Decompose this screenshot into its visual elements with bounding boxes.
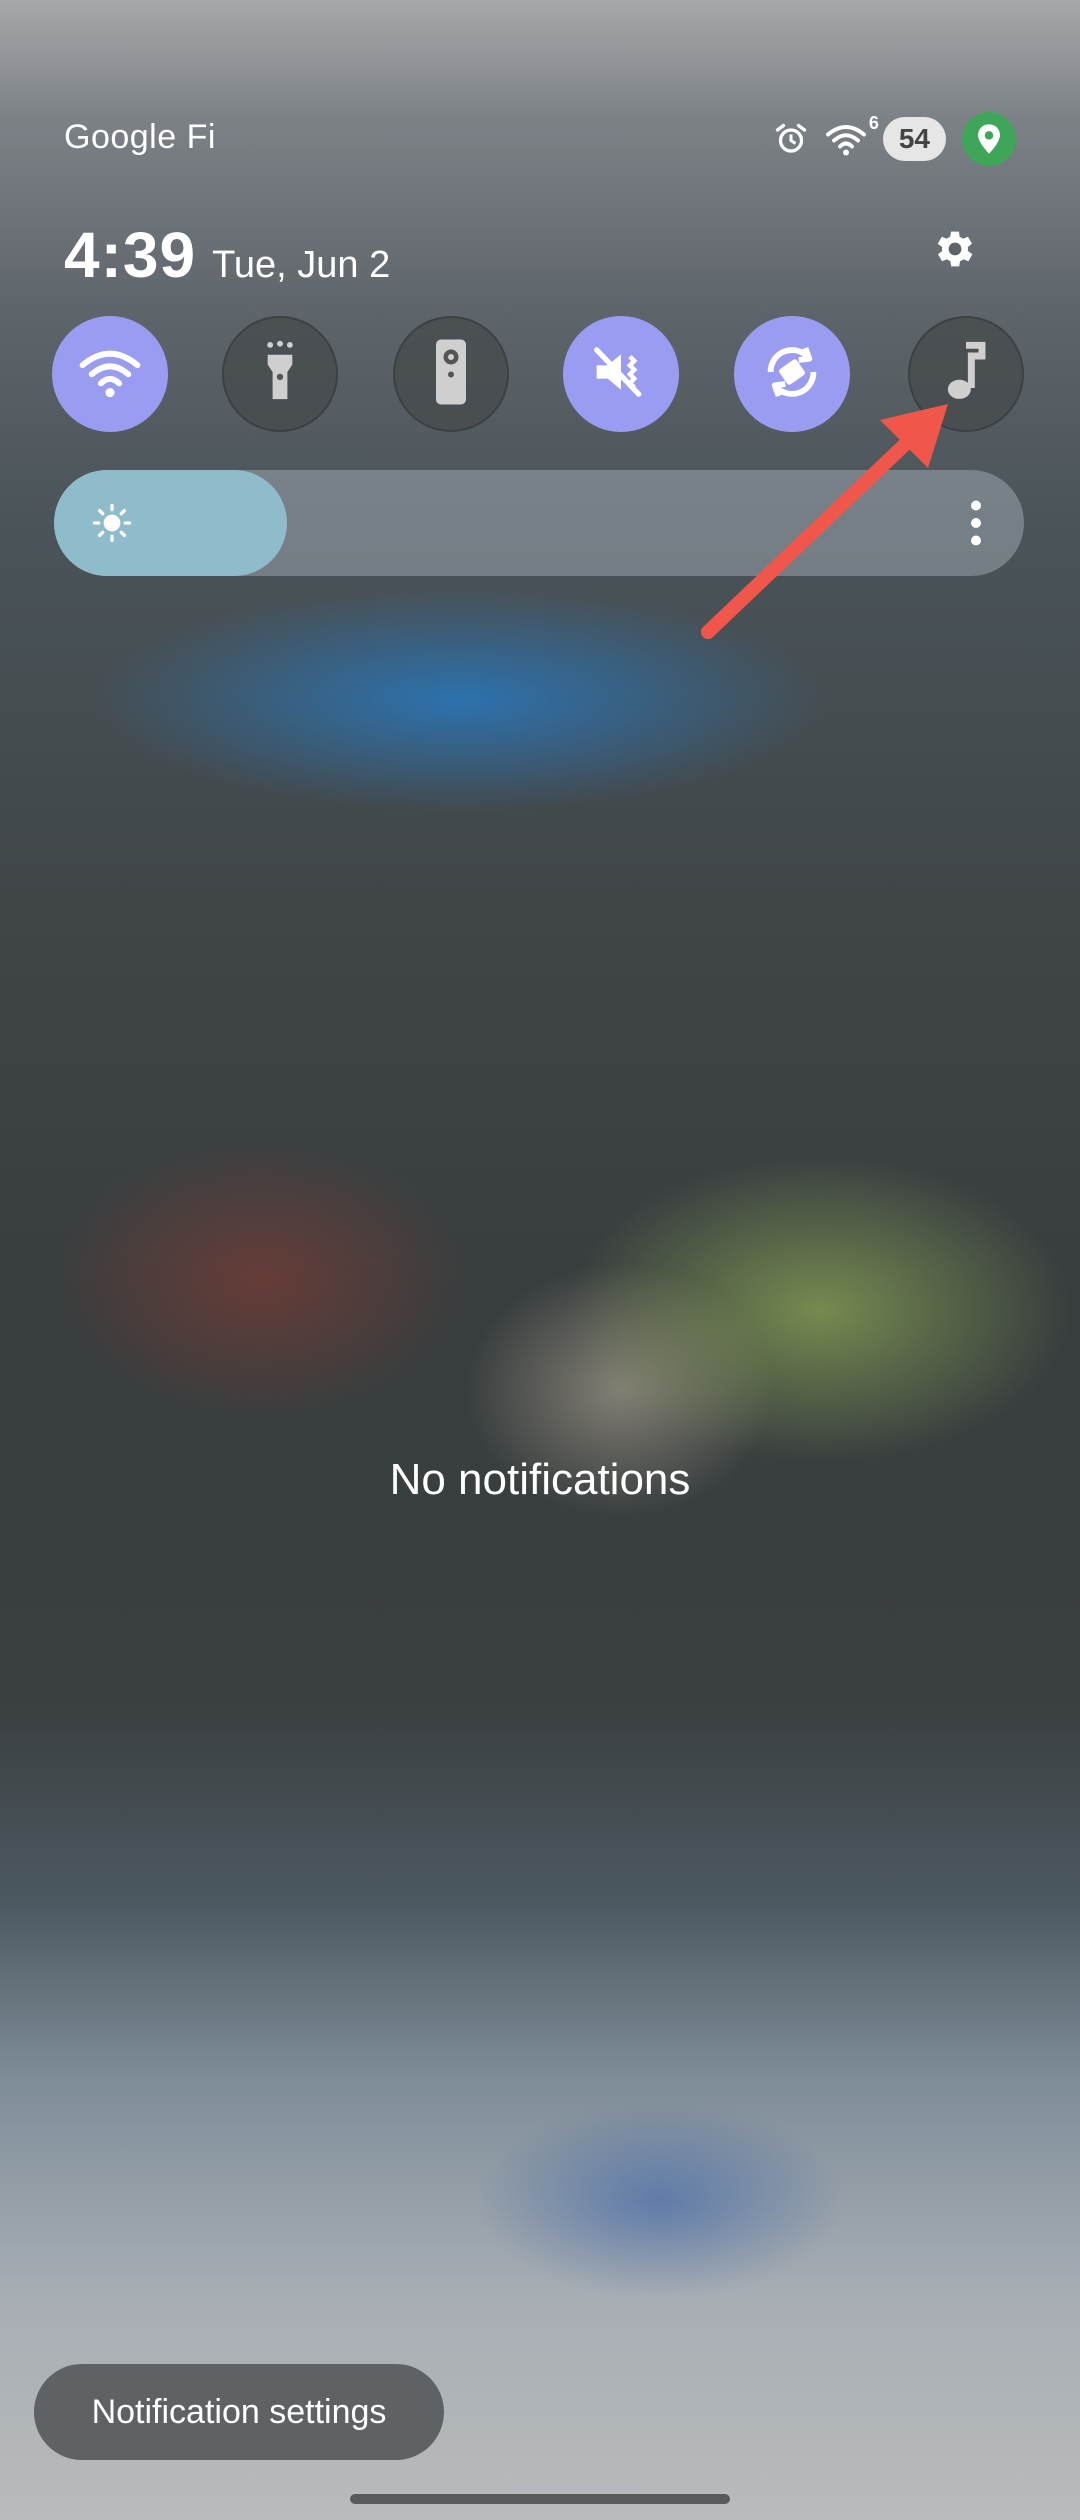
tile-wifi[interactable] [52, 316, 168, 432]
tile-flashlight[interactable] [222, 316, 338, 432]
alarm-icon [773, 121, 809, 157]
clock: 4:39 [64, 219, 197, 291]
date: Tue, Jun 2 [212, 244, 391, 286]
tile-music[interactable] [908, 316, 1024, 432]
navigation-handle[interactable] [350, 2494, 730, 2504]
brightness-level [54, 470, 287, 576]
empty-notifications-message: No notifications [389, 1455, 691, 1504]
status-bar: Google Fi 6 54 [0, 0, 1080, 170]
battery-indicator: 54 [882, 117, 946, 161]
more-vertical-icon[interactable] [968, 498, 984, 553]
wifi-badge: 6 [868, 113, 879, 133]
location-icon [962, 112, 1016, 166]
music-note-icon [942, 340, 990, 409]
mute-icon [590, 344, 652, 405]
rotate-icon [760, 340, 824, 409]
wifi-icon [78, 344, 142, 405]
wifi-icon: 6 [825, 113, 879, 157]
settings-button[interactable] [926, 224, 980, 278]
flashlight-icon [255, 340, 305, 409]
gear-icon [929, 225, 977, 278]
notification-settings-button[interactable]: Notification settings [34, 2364, 444, 2460]
tile-remote[interactable] [393, 316, 509, 432]
tile-mute[interactable] [563, 316, 679, 432]
quick-settings-tiles [52, 316, 1028, 434]
brightness-slider[interactable] [54, 470, 1024, 576]
remote-icon [431, 337, 471, 412]
carrier-name: Google Fi [64, 118, 216, 156]
sun-icon [92, 503, 132, 548]
tile-auto-rotate[interactable] [734, 316, 850, 432]
status-icons: 6 54 [773, 112, 1016, 166]
clock-row: 4:39 Tue, Jun 2 [64, 218, 390, 292]
